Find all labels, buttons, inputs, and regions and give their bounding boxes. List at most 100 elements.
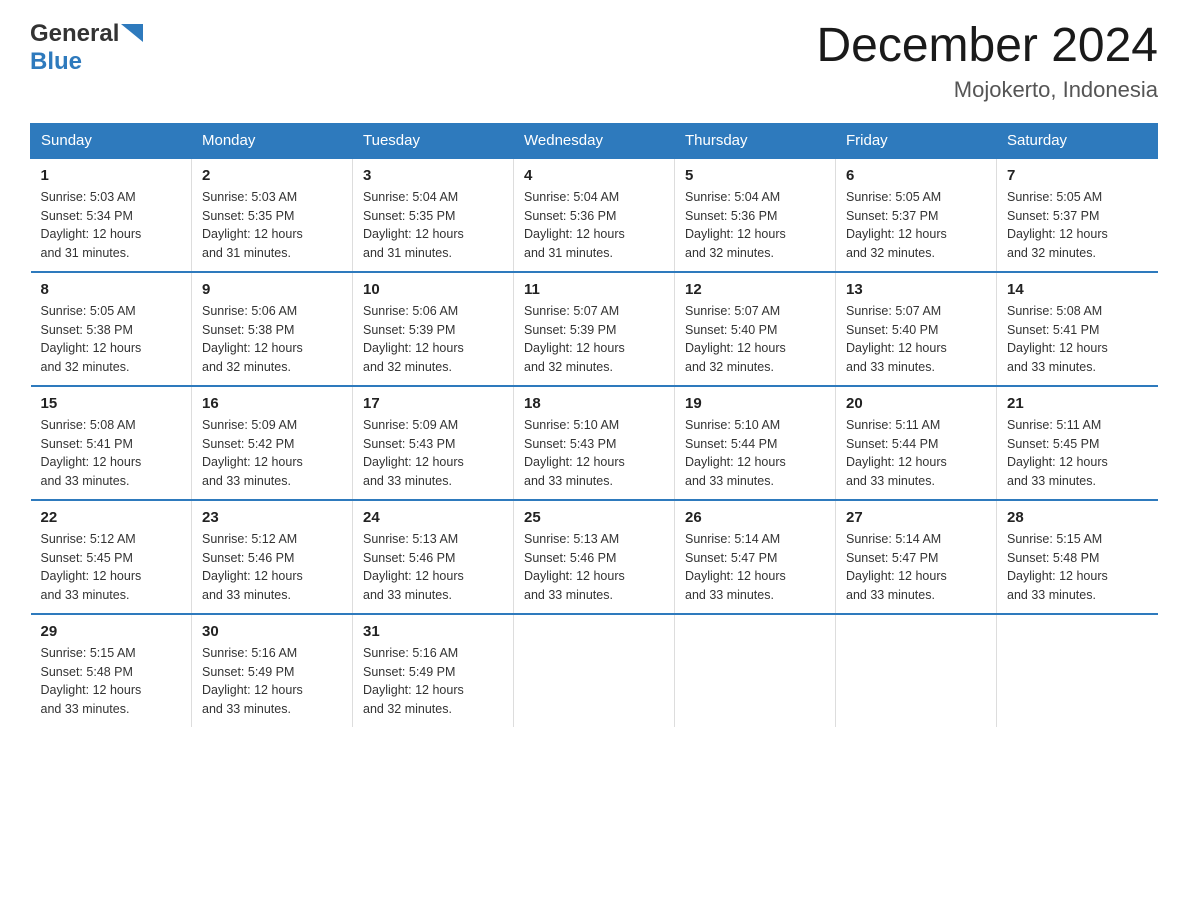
day-info: Sunrise: 5:09 AM Sunset: 5:43 PM Dayligh… [363, 416, 503, 491]
title-section: December 2024 Mojokerto, Indonesia [816, 20, 1158, 103]
day-number: 15 [41, 395, 182, 412]
daylight-label: Daylight: 12 hours [363, 569, 464, 583]
sunset-label: Sunset: 5:37 PM [1007, 209, 1099, 223]
calendar-cell [997, 614, 1158, 727]
daylight-extra: and 33 minutes. [524, 588, 613, 602]
sunset-label: Sunset: 5:49 PM [363, 665, 455, 679]
daylight-label: Daylight: 12 hours [41, 569, 142, 583]
calendar-cell: 2 Sunrise: 5:03 AM Sunset: 5:35 PM Dayli… [192, 158, 353, 272]
daylight-extra: and 33 minutes. [41, 702, 130, 716]
daylight-label: Daylight: 12 hours [524, 227, 625, 241]
calendar-body: 1 Sunrise: 5:03 AM Sunset: 5:34 PM Dayli… [31, 158, 1158, 727]
day-info: Sunrise: 5:04 AM Sunset: 5:35 PM Dayligh… [363, 188, 503, 263]
daylight-label: Daylight: 12 hours [524, 569, 625, 583]
day-number: 22 [41, 509, 182, 526]
day-info: Sunrise: 5:11 AM Sunset: 5:44 PM Dayligh… [846, 416, 986, 491]
month-year-title: December 2024 [816, 20, 1158, 73]
calendar-cell [836, 614, 997, 727]
sunset-label: Sunset: 5:49 PM [202, 665, 294, 679]
sunset-label: Sunset: 5:42 PM [202, 437, 294, 451]
day-info: Sunrise: 5:15 AM Sunset: 5:48 PM Dayligh… [1007, 530, 1148, 605]
daylight-label: Daylight: 12 hours [202, 341, 303, 355]
sunset-label: Sunset: 5:36 PM [524, 209, 616, 223]
sunrise-label: Sunrise: 5:07 AM [524, 304, 619, 318]
day-number: 24 [363, 509, 503, 526]
calendar-cell: 20 Sunrise: 5:11 AM Sunset: 5:44 PM Dayl… [836, 386, 997, 500]
day-number: 9 [202, 281, 342, 298]
sunset-label: Sunset: 5:46 PM [524, 551, 616, 565]
calendar-cell: 1 Sunrise: 5:03 AM Sunset: 5:34 PM Dayli… [31, 158, 192, 272]
sunset-label: Sunset: 5:45 PM [41, 551, 133, 565]
daylight-label: Daylight: 12 hours [41, 683, 142, 697]
day-info: Sunrise: 5:06 AM Sunset: 5:39 PM Dayligh… [363, 302, 503, 377]
day-number: 17 [363, 395, 503, 412]
sunrise-label: Sunrise: 5:07 AM [846, 304, 941, 318]
sunset-label: Sunset: 5:46 PM [363, 551, 455, 565]
daylight-extra: and 33 minutes. [41, 474, 130, 488]
calendar-cell: 22 Sunrise: 5:12 AM Sunset: 5:45 PM Dayl… [31, 500, 192, 614]
logo: General Blue [30, 20, 143, 76]
calendar-cell: 10 Sunrise: 5:06 AM Sunset: 5:39 PM Dayl… [353, 272, 514, 386]
day-number: 7 [1007, 167, 1148, 184]
day-info: Sunrise: 5:08 AM Sunset: 5:41 PM Dayligh… [1007, 302, 1148, 377]
day-info: Sunrise: 5:14 AM Sunset: 5:47 PM Dayligh… [846, 530, 986, 605]
sunset-label: Sunset: 5:43 PM [524, 437, 616, 451]
sunrise-label: Sunrise: 5:12 AM [41, 532, 136, 546]
day-info: Sunrise: 5:10 AM Sunset: 5:43 PM Dayligh… [524, 416, 664, 491]
sunset-label: Sunset: 5:48 PM [41, 665, 133, 679]
calendar-week-row: 15 Sunrise: 5:08 AM Sunset: 5:41 PM Dayl… [31, 386, 1158, 500]
calendar-cell: 26 Sunrise: 5:14 AM Sunset: 5:47 PM Dayl… [675, 500, 836, 614]
sunset-label: Sunset: 5:35 PM [363, 209, 455, 223]
daylight-extra: and 32 minutes. [846, 246, 935, 260]
calendar-cell: 13 Sunrise: 5:07 AM Sunset: 5:40 PM Dayl… [836, 272, 997, 386]
calendar-header: SundayMondayTuesdayWednesdayThursdayFrid… [31, 123, 1158, 158]
day-info: Sunrise: 5:03 AM Sunset: 5:35 PM Dayligh… [202, 188, 342, 263]
header-cell-tuesday: Tuesday [353, 123, 514, 158]
daylight-extra: and 33 minutes. [846, 360, 935, 374]
day-info: Sunrise: 5:13 AM Sunset: 5:46 PM Dayligh… [524, 530, 664, 605]
daylight-extra: and 33 minutes. [363, 588, 452, 602]
sunrise-label: Sunrise: 5:04 AM [685, 190, 780, 204]
daylight-label: Daylight: 12 hours [41, 227, 142, 241]
day-number: 12 [685, 281, 825, 298]
calendar-cell: 6 Sunrise: 5:05 AM Sunset: 5:37 PM Dayli… [836, 158, 997, 272]
sunrise-label: Sunrise: 5:03 AM [41, 190, 136, 204]
sunrise-label: Sunrise: 5:03 AM [202, 190, 297, 204]
daylight-label: Daylight: 12 hours [202, 683, 303, 697]
calendar-cell: 31 Sunrise: 5:16 AM Sunset: 5:49 PM Dayl… [353, 614, 514, 727]
header-cell-monday: Monday [192, 123, 353, 158]
daylight-extra: and 33 minutes. [41, 588, 130, 602]
sunset-label: Sunset: 5:48 PM [1007, 551, 1099, 565]
calendar-week-row: 1 Sunrise: 5:03 AM Sunset: 5:34 PM Dayli… [31, 158, 1158, 272]
calendar-cell: 27 Sunrise: 5:14 AM Sunset: 5:47 PM Dayl… [836, 500, 997, 614]
sunset-label: Sunset: 5:40 PM [685, 323, 777, 337]
page-header: General Blue December 2024 Mojokerto, In… [30, 20, 1158, 103]
sunrise-label: Sunrise: 5:16 AM [363, 646, 458, 660]
calendar-cell: 8 Sunrise: 5:05 AM Sunset: 5:38 PM Dayli… [31, 272, 192, 386]
day-number: 11 [524, 281, 664, 298]
sunset-label: Sunset: 5:46 PM [202, 551, 294, 565]
calendar-cell: 21 Sunrise: 5:11 AM Sunset: 5:45 PM Dayl… [997, 386, 1158, 500]
sunrise-label: Sunrise: 5:15 AM [41, 646, 136, 660]
day-info: Sunrise: 5:15 AM Sunset: 5:48 PM Dayligh… [41, 644, 182, 719]
logo-triangle-icon [121, 24, 143, 42]
sunrise-label: Sunrise: 5:09 AM [202, 418, 297, 432]
daylight-label: Daylight: 12 hours [41, 455, 142, 469]
sunset-label: Sunset: 5:40 PM [846, 323, 938, 337]
daylight-extra: and 33 minutes. [1007, 360, 1096, 374]
daylight-extra: and 33 minutes. [685, 588, 774, 602]
day-info: Sunrise: 5:05 AM Sunset: 5:37 PM Dayligh… [846, 188, 986, 263]
day-number: 8 [41, 281, 182, 298]
day-info: Sunrise: 5:10 AM Sunset: 5:44 PM Dayligh… [685, 416, 825, 491]
calendar-week-row: 29 Sunrise: 5:15 AM Sunset: 5:48 PM Dayl… [31, 614, 1158, 727]
sunrise-label: Sunrise: 5:06 AM [363, 304, 458, 318]
day-info: Sunrise: 5:07 AM Sunset: 5:40 PM Dayligh… [685, 302, 825, 377]
calendar-cell: 5 Sunrise: 5:04 AM Sunset: 5:36 PM Dayli… [675, 158, 836, 272]
sunset-label: Sunset: 5:39 PM [363, 323, 455, 337]
day-info: Sunrise: 5:16 AM Sunset: 5:49 PM Dayligh… [202, 644, 342, 719]
calendar-cell: 16 Sunrise: 5:09 AM Sunset: 5:42 PM Dayl… [192, 386, 353, 500]
calendar-cell: 15 Sunrise: 5:08 AM Sunset: 5:41 PM Dayl… [31, 386, 192, 500]
sunrise-label: Sunrise: 5:07 AM [685, 304, 780, 318]
header-cell-sunday: Sunday [31, 123, 192, 158]
calendar-cell: 29 Sunrise: 5:15 AM Sunset: 5:48 PM Dayl… [31, 614, 192, 727]
